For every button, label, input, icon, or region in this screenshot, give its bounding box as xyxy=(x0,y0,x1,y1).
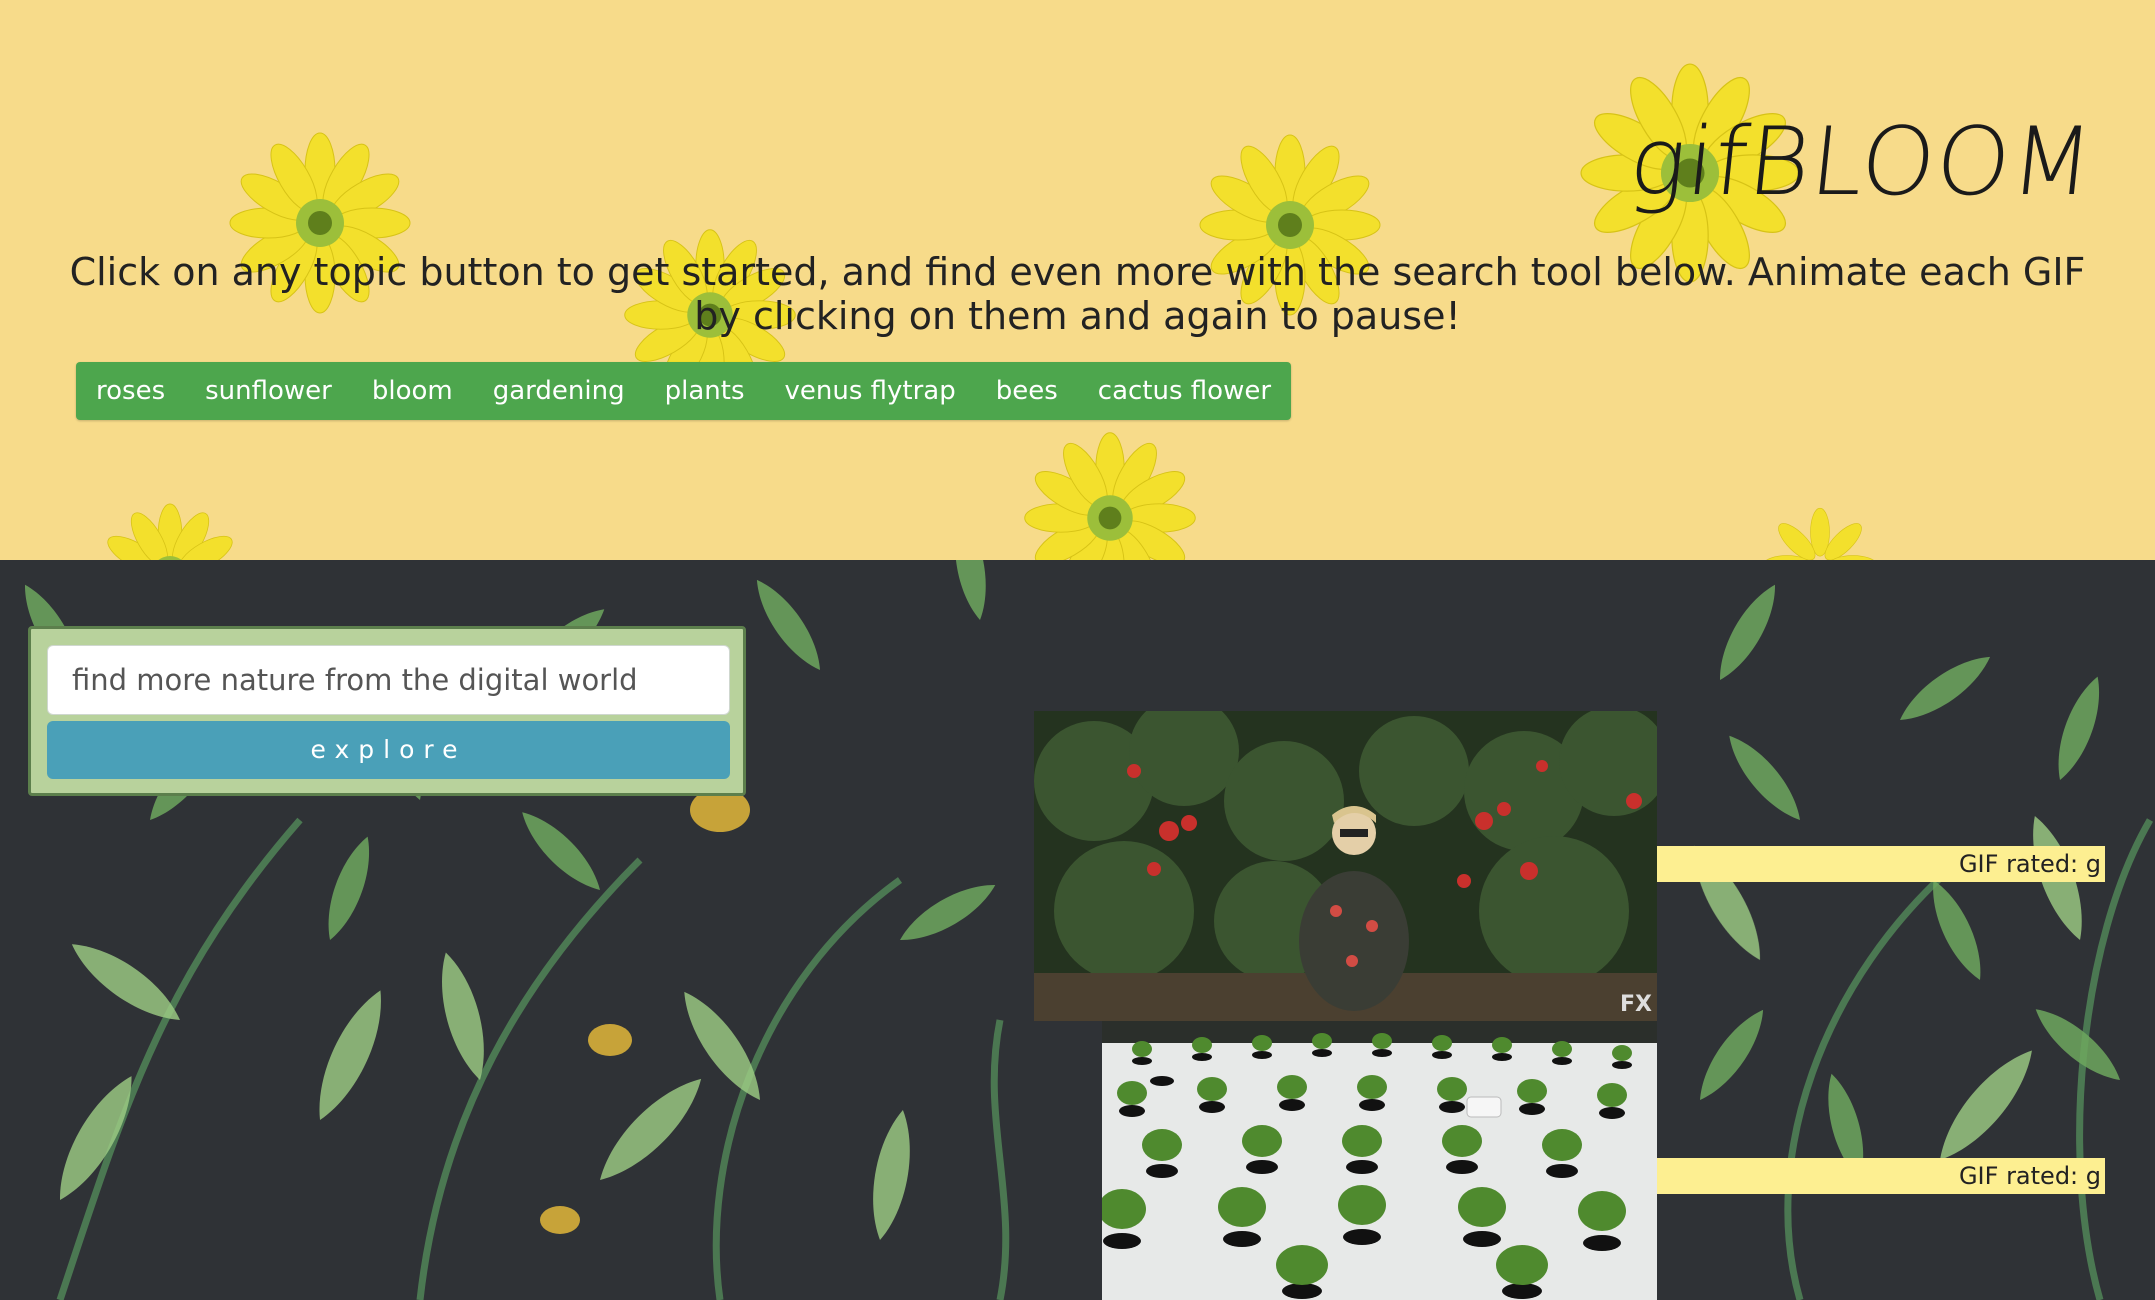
daisy-decoration xyxy=(107,503,233,560)
gif-watermark: FX xyxy=(1620,992,1652,1017)
gif-rating-label: GIF rated: g xyxy=(1657,1158,2105,1194)
explore-button[interactable]: explore xyxy=(47,721,730,779)
gif-seedlings-image xyxy=(1102,1021,1657,1300)
header-banner: gifBLOOM Click on any topic button to ge… xyxy=(0,0,2155,562)
page: gifBLOOM Click on any topic button to ge… xyxy=(0,0,2155,1300)
topic-button-bloom[interactable]: bloom xyxy=(352,362,473,420)
topic-button-plants[interactable]: plants xyxy=(645,362,765,420)
topic-button-gardening[interactable]: gardening xyxy=(473,362,645,420)
search-input[interactable] xyxy=(47,645,730,715)
topic-button-bar: roses sunflower bloom gardening plants v… xyxy=(76,362,1292,420)
gif-image[interactable]: FX xyxy=(1034,711,1657,1021)
daisy-decoration xyxy=(1024,432,1196,560)
topic-button-bees[interactable]: bees xyxy=(976,362,1078,420)
topic-button-sunflower[interactable]: sunflower xyxy=(185,362,352,420)
gif-gardener-image: FX xyxy=(1034,711,1657,1021)
topic-button-venus-flytrap[interactable]: venus flytrap xyxy=(765,362,976,420)
gif-image[interactable] xyxy=(1102,1021,1657,1300)
intro-text: Click on any topic button to get started… xyxy=(69,250,2086,338)
topic-button-cactus-flower[interactable]: cactus flower xyxy=(1078,362,1291,420)
daisy-decoration xyxy=(1762,507,1878,560)
search-panel: explore xyxy=(28,626,746,796)
app-logo: gifBLOOM xyxy=(1623,108,2099,217)
topic-button-roses[interactable]: roses xyxy=(76,362,185,420)
gif-rating-label: GIF rated: g xyxy=(1657,846,2105,882)
